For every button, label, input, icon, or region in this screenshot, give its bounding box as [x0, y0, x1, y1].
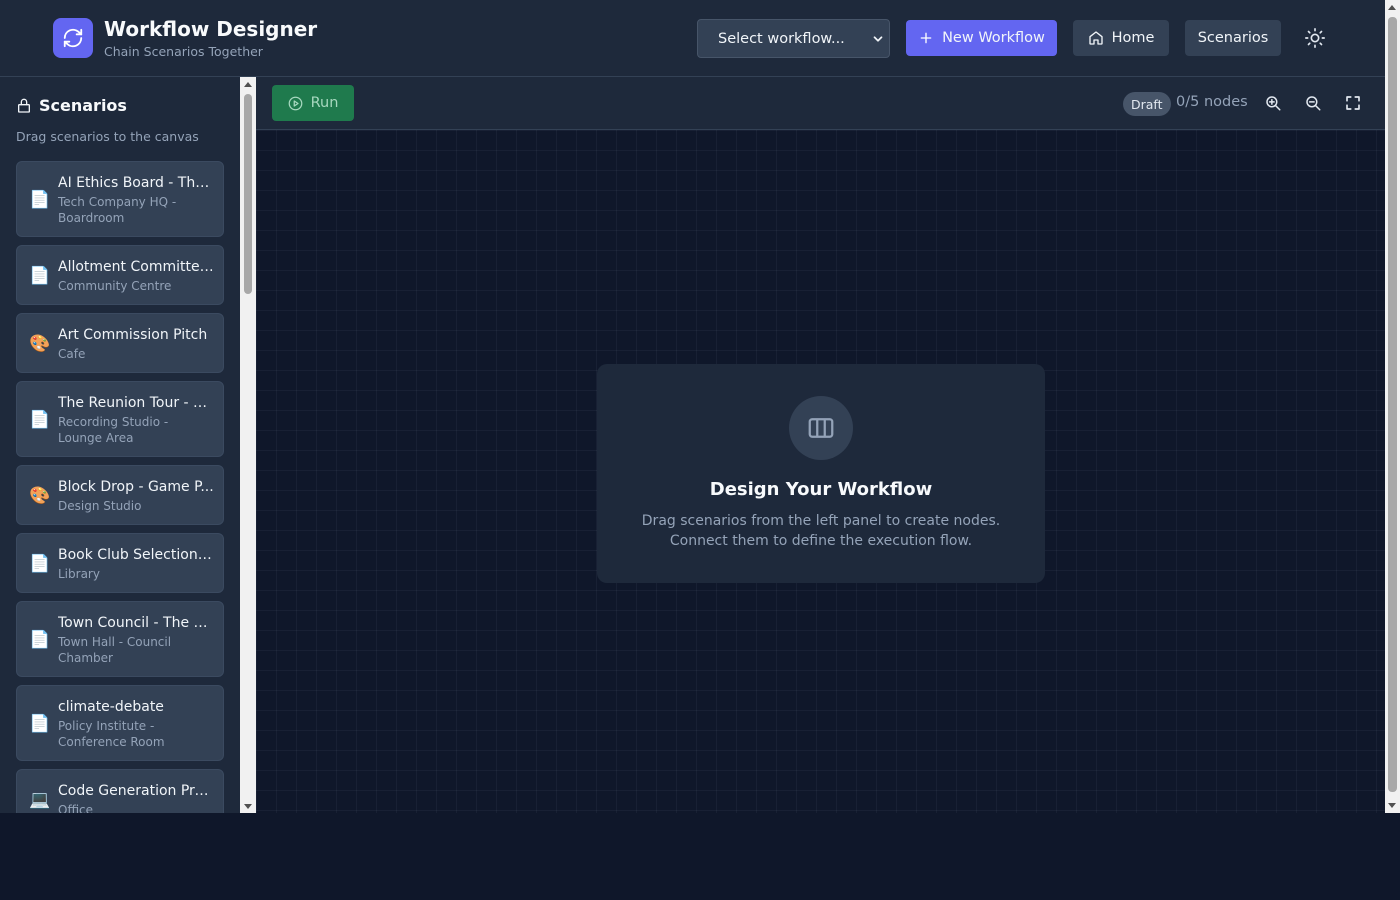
home-button[interactable]: Home	[1073, 20, 1169, 56]
scenario-name: Art Commission Pitch	[58, 327, 208, 343]
scroll-down-arrow-icon[interactable]	[244, 804, 252, 809]
laptop-icon: 💻	[29, 790, 51, 810]
scenario-card[interactable]: 📄 Allotment Committee... Community Centr…	[16, 245, 224, 305]
palette-icon: 🎨	[29, 334, 51, 354]
scenario-location: Recording Studio - Lounge Area	[58, 415, 169, 445]
sidebar-hint: Drag scenarios to the canvas	[16, 129, 199, 144]
scenario-card[interactable]: 📄 Town Council - The Ri... Town Hall - C…	[16, 601, 224, 677]
home-label: Home	[1111, 30, 1155, 46]
page-scrollbar[interactable]	[1385, 0, 1400, 813]
status-badge: Draft	[1123, 92, 1171, 116]
zoom-out-icon[interactable]	[1304, 94, 1322, 112]
sidebar-scrollbar-thumb[interactable]	[244, 94, 252, 294]
empty-state-title: Design Your Workflow	[709, 479, 933, 500]
scenario-name: climate-debate	[58, 699, 164, 715]
chevron-down-icon	[873, 36, 883, 42]
scenario-name: The Reunion Tour - Ol...	[58, 395, 216, 411]
node-count: 0/5 nodes	[1176, 94, 1248, 110]
palette-icon: 🎨	[29, 486, 51, 506]
scroll-up-arrow-icon[interactable]	[1388, 5, 1396, 10]
play-circle-icon	[288, 96, 302, 110]
sidebar-scrollbar[interactable]	[240, 77, 256, 813]
workflow-canvas[interactable]: Design Your Workflow Drag scenarios from…	[256, 130, 1385, 813]
app-header: Workflow Designer Chain Scenarios Togeth…	[0, 0, 1385, 77]
document-icon: 📄	[29, 630, 51, 650]
scenario-card[interactable]: 🎨 Block Drop - Game P... Design Studio	[16, 465, 224, 525]
empty-state-panel: Design Your Workflow Drag scenarios from…	[597, 364, 1045, 583]
scenario-location: Cafe	[58, 347, 86, 361]
document-icon: 📄	[29, 266, 51, 286]
sun-icon[interactable]	[1304, 27, 1326, 49]
scenario-name: Town Council - The Ri...	[58, 615, 216, 631]
scenario-sidebar: Scenarios Drag scenarios to the canvas 📄…	[0, 77, 240, 813]
scroll-up-arrow-icon[interactable]	[244, 82, 252, 87]
zoom-in-icon[interactable]	[1264, 94, 1282, 112]
document-icon: 📄	[29, 714, 51, 734]
home-icon	[1088, 31, 1103, 45]
empty-state-text: Drag scenarios from the left panel to cr…	[641, 513, 1001, 529]
scenario-name: Book Club Selection S...	[58, 547, 216, 563]
scenario-location: Town Hall - Council Chamber	[58, 635, 172, 665]
scenario-location: Tech Company HQ - Boardroom	[58, 195, 177, 225]
workflow-select[interactable]: Select workflow...	[697, 19, 890, 58]
scenario-location: Office	[58, 803, 94, 813]
fullscreen-icon[interactable]	[1344, 94, 1362, 112]
workflow-select-value: Select workflow...	[718, 30, 845, 47]
document-icon: 📄	[29, 410, 51, 430]
app-title: Workflow Designer	[104, 17, 318, 41]
scenario-card[interactable]: 📄 AI Ethics Board - The ... Tech Company…	[16, 161, 224, 237]
plus-icon	[920, 32, 932, 44]
scenarios-button[interactable]: Scenarios	[1185, 20, 1281, 56]
canvas-toolbar: Run Draft 0/5 nodes	[256, 77, 1385, 130]
archive-icon	[18, 98, 30, 113]
workflow-designer-app: Workflow Designer Chain Scenarios Togeth…	[0, 0, 1385, 813]
scenario-card[interactable]: 📄 Book Club Selection S... Library	[16, 533, 224, 593]
scenario-card[interactable]: 📄 The Reunion Tour - Ol... Recording Stu…	[16, 381, 224, 457]
refresh-icon	[53, 18, 93, 58]
sidebar-title: Scenarios	[16, 96, 127, 115]
scenario-card[interactable]: 💻 Code Generation Proj... Office	[16, 769, 224, 813]
empty-state-text: Connect them to define the execution flo…	[669, 533, 973, 549]
new-workflow-label: New Workflow	[942, 30, 1045, 46]
document-icon: 📄	[29, 190, 51, 210]
scenario-card[interactable]: 🎨 Art Commission Pitch Cafe	[16, 313, 224, 373]
scenario-location: Library	[58, 567, 100, 581]
scenario-name: Allotment Committee...	[58, 259, 216, 275]
columns-icon	[789, 396, 853, 460]
scenario-name: AI Ethics Board - The ...	[58, 175, 216, 191]
run-button[interactable]: Run	[272, 85, 354, 121]
new-workflow-button[interactable]: New Workflow	[906, 20, 1057, 56]
document-icon: 📄	[29, 554, 51, 574]
scenario-name: Code Generation Proj...	[58, 783, 216, 799]
scenario-location: Policy Institute - Conference Room	[58, 719, 165, 749]
scenario-location: Community Centre	[58, 279, 172, 293]
scenario-card[interactable]: 📄 climate-debate Policy Institute - Conf…	[16, 685, 224, 761]
page-scrollbar-thumb[interactable]	[1388, 17, 1397, 792]
scenarios-label: Scenarios	[1197, 30, 1269, 46]
scenario-location: Design Studio	[58, 499, 142, 513]
scenario-name: Block Drop - Game P...	[58, 479, 214, 495]
sidebar-title-label: Scenarios	[39, 96, 127, 115]
run-label: Run	[310, 95, 339, 111]
scroll-down-arrow-icon[interactable]	[1388, 803, 1396, 808]
app-subtitle: Chain Scenarios Together	[104, 44, 263, 59]
